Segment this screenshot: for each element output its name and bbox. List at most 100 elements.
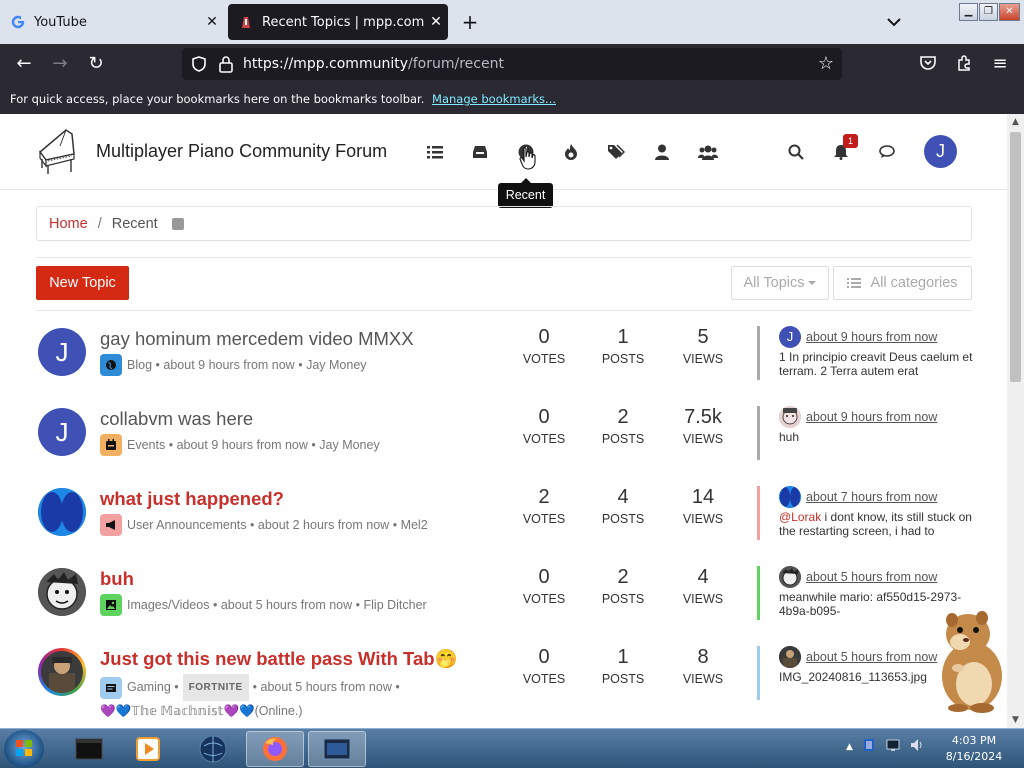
category-label[interactable]: Images/Videos	[127, 598, 209, 612]
author-avatar[interactable]	[38, 568, 86, 616]
bookmark-star-icon[interactable]: ☆	[816, 54, 836, 74]
last-post-teaser[interactable]: Jabout 9 hours from now 1 In principio c…	[757, 326, 972, 380]
topic-row[interactable]: buh Images/Videos • about 5 hours from n…	[36, 560, 972, 640]
breadcrumb-home-link[interactable]: Home	[49, 216, 88, 232]
all-categories-dropdown[interactable]: All categories	[833, 266, 972, 300]
author-name[interactable]: Flip Ditcher	[364, 598, 427, 612]
start-button-icon[interactable]	[4, 730, 44, 768]
list-all-tabs-icon[interactable]	[882, 12, 906, 32]
author-name[interactable]: Mel2	[401, 518, 428, 532]
chat-icon[interactable]	[876, 142, 898, 162]
hamburger-menu-icon[interactable]: ≡	[990, 54, 1010, 74]
category-label[interactable]: Blog	[127, 358, 152, 372]
topic-meta: Images/Videos • about 5 hours from now •…	[100, 594, 427, 616]
author-avatar[interactable]	[38, 488, 86, 536]
last-post-teaser[interactable]: about 7 hours from now @Lorak i dont kno…	[757, 486, 972, 540]
teaser-time-link[interactable]: about 5 hours from now	[806, 650, 937, 664]
last-post-teaser[interactable]: about 9 hours from now huh	[757, 406, 972, 460]
meta-dot: •	[168, 438, 174, 452]
taskbar-clock[interactable]: 4:03 PM 8/16/2024	[942, 733, 1006, 765]
rss-feed-icon[interactable]	[171, 217, 184, 230]
volume-icon[interactable]	[909, 737, 925, 757]
pocket-icon[interactable]	[918, 54, 938, 74]
globe-icon[interactable]	[184, 731, 242, 767]
network-icon[interactable]	[885, 737, 901, 757]
firefox-icon[interactable]	[246, 731, 304, 767]
topic-title[interactable]: Just got this new battle pass With Tab🤭	[100, 648, 458, 670]
groups-icon[interactable]	[697, 142, 719, 162]
teaser-avatar[interactable]	[779, 406, 801, 428]
topic-title[interactable]: what just happened?	[100, 488, 284, 510]
teaser-time-link[interactable]: about 9 hours from now	[806, 330, 937, 344]
scrollbar-thumb[interactable]	[1010, 132, 1021, 382]
tab-recent-topics[interactable]: Recent Topics | mpp.community ✕	[228, 4, 448, 40]
tab-youtube[interactable]: YouTube ✕	[0, 0, 224, 44]
restore-icon[interactable]: ❐	[979, 3, 998, 21]
author-avatar[interactable]: J	[38, 408, 86, 456]
scroll-down-arrow-icon[interactable]: ▼	[1007, 712, 1024, 728]
extensions-icon[interactable]	[954, 54, 974, 74]
window-controls: ▁ ❐ ✕	[959, 3, 1020, 21]
user-avatar[interactable]: J	[924, 135, 957, 168]
topic-row[interactable]: Just got this new battle pass With Tab🤭 …	[36, 640, 972, 720]
back-icon[interactable]: ←	[14, 54, 34, 74]
teaser-time-link[interactable]: about 9 hours from now	[806, 410, 937, 424]
topic-title[interactable]: buh	[100, 568, 134, 590]
url-bar[interactable]: https://mpp.community/forum/recent ☆	[182, 48, 842, 80]
author-name[interactable]: 💜💙𝕋𝕙𝕖 𝕄𝕒𝕔𝕙𝕟𝕚𝕤𝕥💜💙(Online.)	[100, 701, 303, 722]
topic-row[interactable]: what just happened? User Announcements •…	[36, 480, 972, 560]
tags-icon[interactable]	[605, 142, 627, 162]
inbox-icon[interactable]	[469, 142, 491, 162]
close-tab-icon[interactable]: ✕	[200, 14, 224, 30]
media-player-icon[interactable]	[120, 731, 178, 767]
caret-down-icon	[808, 281, 817, 285]
topic-title[interactable]: gay hominum mercedem video MMXX	[100, 328, 414, 350]
vm-window-icon[interactable]	[308, 731, 366, 767]
mention-link[interactable]: @Lorak	[779, 510, 821, 524]
author-name[interactable]: Jay Money	[306, 358, 366, 372]
manage-bookmarks-link[interactable]: Manage bookmarks...	[432, 92, 556, 106]
close-window-icon[interactable]: ✕	[999, 3, 1020, 21]
category-label[interactable]: User Announcements	[127, 518, 247, 532]
shield-icon[interactable]	[190, 55, 208, 73]
forward-icon[interactable]: →	[50, 54, 70, 74]
flag-icon[interactable]	[861, 737, 877, 757]
teaser-time-link[interactable]: about 7 hours from now	[806, 490, 937, 504]
search-icon[interactable]	[785, 142, 807, 162]
teaser-avatar[interactable]: J	[779, 326, 801, 348]
lock-icon[interactable]	[218, 55, 234, 73]
topic-row[interactable]: J collabvm was here Events • about 9 hou…	[36, 400, 972, 480]
show-hidden-icons-icon[interactable]: ▲	[846, 742, 853, 752]
category-label[interactable]: Events	[127, 438, 165, 452]
teaser-avatar[interactable]	[779, 566, 801, 588]
topic-title[interactable]: collabvm was here	[100, 408, 253, 430]
new-topic-button[interactable]: New Topic	[36, 266, 129, 300]
popular-fire-icon[interactable]	[560, 142, 582, 162]
categories-list-icon[interactable]	[424, 142, 446, 162]
clock-date: 8/16/2024	[945, 750, 1003, 763]
posts-label: POSTS	[601, 432, 645, 446]
author-avatar[interactable]	[38, 648, 86, 696]
teaser-time-link[interactable]: about 5 hours from now	[806, 570, 937, 584]
author-avatar[interactable]: J	[38, 328, 86, 376]
page-scrollbar[interactable]: ▲ ▼	[1007, 114, 1024, 728]
reload-icon[interactable]: ↻	[86, 54, 106, 74]
scroll-up-arrow-icon[interactable]: ▲	[1007, 114, 1024, 130]
terminal-app-icon[interactable]	[60, 731, 118, 767]
category-label[interactable]: Gaming	[127, 677, 171, 698]
user-icon[interactable]	[651, 142, 673, 162]
new-tab-icon[interactable]: +	[458, 10, 482, 34]
breadcrumb: Home / Recent	[36, 206, 972, 241]
close-tab-icon[interactable]: ✕	[424, 14, 448, 30]
minimize-icon[interactable]: ▁	[959, 3, 978, 21]
tag-badge[interactable]: FORTNITE	[182, 674, 249, 701]
topic-row[interactable]: J gay hominum mercedem video MMXX Blog •…	[36, 320, 972, 400]
teaser-avatar[interactable]	[779, 646, 801, 668]
all-topics-dropdown[interactable]: All Topics	[731, 266, 829, 300]
teaser-avatar[interactable]	[779, 486, 801, 508]
piano-logo-icon[interactable]	[36, 126, 78, 176]
topic-time: about 2 hours from now	[257, 518, 390, 532]
author-name[interactable]: Jay Money	[319, 438, 379, 452]
site-title[interactable]: Multiplayer Piano Community Forum	[96, 141, 387, 162]
posts-label: POSTS	[601, 512, 645, 526]
